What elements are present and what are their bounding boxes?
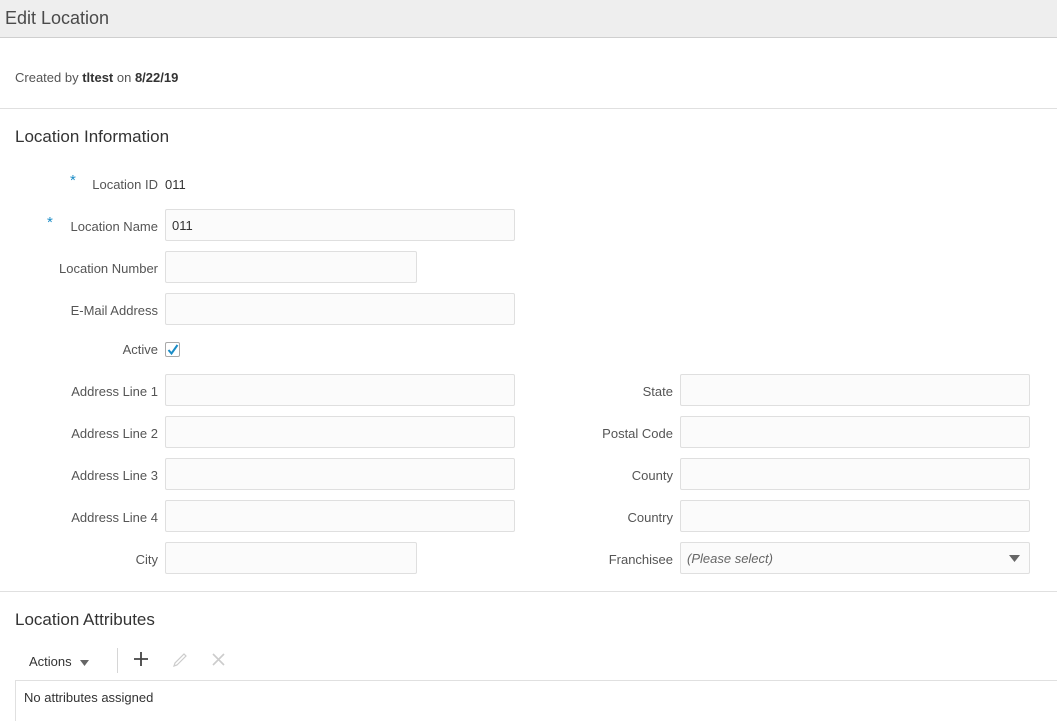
email-label: E-Mail Address — [70, 303, 158, 318]
location-information-heading: Location Information — [15, 127, 170, 146]
plus-icon — [134, 652, 148, 666]
divider — [0, 591, 1057, 592]
created-date: 8/22/19 — [134, 70, 179, 85]
county-label: County — [631, 468, 673, 483]
delete-attribute-button[interactable] — [211, 652, 226, 672]
pencil-icon — [173, 653, 187, 667]
required-marker: * — [47, 214, 53, 231]
address-line-3-label: Address Line 3 — [71, 468, 158, 483]
state-field[interactable] — [680, 374, 1030, 406]
address-line-1-field[interactable] — [165, 374, 515, 406]
location-number-field[interactable] — [165, 251, 417, 283]
edit-attribute-button[interactable] — [172, 652, 188, 673]
address-line-2-label: Address Line 2 — [71, 426, 158, 441]
divider — [0, 108, 1057, 109]
required-marker: * — [70, 172, 76, 189]
franchisee-label: Franchisee — [608, 552, 673, 567]
franchisee-select[interactable]: (Please select) — [680, 542, 1030, 574]
created-info: Created by tltest on 8/22/19 — [15, 70, 178, 85]
add-attribute-button[interactable] — [133, 651, 149, 672]
country-field[interactable] — [680, 500, 1030, 532]
location-attributes-heading: Location Attributes — [15, 610, 155, 629]
checkmark-icon — [167, 344, 179, 356]
attributes-table: No attributes assigned — [15, 680, 1057, 721]
location-id-value: 011 — [165, 177, 186, 192]
location-name-field[interactable] — [165, 209, 515, 241]
county-field[interactable] — [680, 458, 1030, 490]
toolbar-separator — [117, 648, 118, 673]
city-field[interactable] — [165, 542, 417, 574]
actions-menu-button[interactable]: Actions — [29, 654, 90, 669]
caret-down-icon — [80, 659, 90, 666]
empty-message: No attributes assigned — [24, 690, 154, 705]
country-label: Country — [627, 510, 673, 525]
address-line-4-label: Address Line 4 — [71, 510, 158, 525]
address-line-2-field[interactable] — [165, 416, 515, 448]
created-mid: on — [113, 70, 135, 85]
caret-down-icon — [1009, 555, 1020, 562]
actions-label: Actions — [29, 654, 72, 669]
address-line-3-field[interactable] — [165, 458, 515, 490]
location-number-label: Location Number — [59, 261, 158, 276]
address-line-4-field[interactable] — [165, 500, 515, 532]
close-icon — [212, 653, 225, 666]
created-user: tltest — [82, 70, 114, 85]
active-label: Active — [122, 342, 158, 357]
postal-code-field[interactable] — [680, 416, 1030, 448]
franchisee-placeholder: (Please select) — [687, 551, 773, 566]
created-prefix: Created by — [15, 70, 83, 85]
page-title: Edit Location — [5, 8, 110, 28]
postal-code-label: Postal Code — [602, 426, 673, 441]
location-id-label: Location ID — [92, 177, 158, 192]
address-line-1-label: Address Line 1 — [71, 384, 158, 399]
state-label: State — [642, 384, 673, 399]
location-name-label: Location Name — [70, 219, 158, 234]
email-field[interactable] — [165, 293, 515, 325]
city-label: City — [135, 552, 158, 567]
title-bar: Edit Location — [0, 0, 1057, 38]
active-checkbox[interactable] — [165, 342, 180, 357]
